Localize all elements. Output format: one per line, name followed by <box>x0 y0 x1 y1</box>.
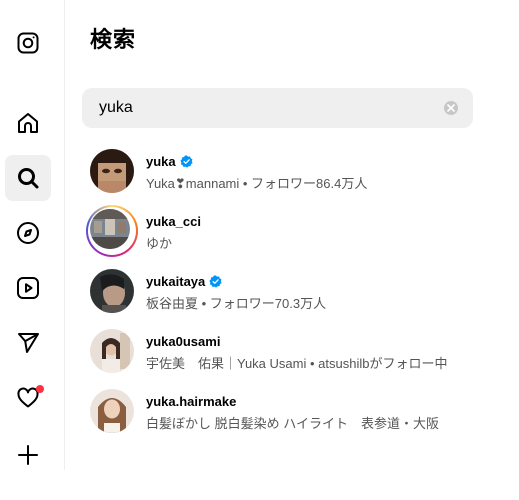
search-result-item[interactable]: yukaitaya 板谷由夏 • フォロワー70.3万人 <box>65 263 519 323</box>
page-title: 検索 <box>90 27 137 52</box>
verified-badge-icon <box>180 155 193 168</box>
home-icon <box>18 113 38 133</box>
send-icon <box>18 333 39 353</box>
instagram-logo-button[interactable] <box>5 20 51 66</box>
result-username: yuka_cci <box>146 214 201 229</box>
search-result-item[interactable]: yuka Yuka❣mannami • フォロワー86.4万人 <box>65 143 519 203</box>
avatar <box>90 209 130 249</box>
result-subtitle: ゆか <box>146 236 173 251</box>
avatar <box>90 269 134 313</box>
result-username: yuka <box>146 154 193 169</box>
sidebar-item-search[interactable] <box>5 155 51 201</box>
search-results-list: yuka Yuka❣mannami • フォロワー86.4万人 yuka_cci… <box>65 143 519 443</box>
sidebar-nav <box>0 0 65 470</box>
story-ring <box>86 205 138 257</box>
sidebar-item-create[interactable] <box>5 432 51 478</box>
result-subtitle: 宇佐美 佑果｜Yuka Usami • atsushilbがフォロー中 <box>146 356 448 371</box>
result-subtitle: Yuka❣mannami • フォロワー86.4万人 <box>146 176 368 191</box>
result-subtitle: 板谷由夏 • フォロワー70.3万人 <box>146 296 327 311</box>
instagram-icon <box>17 32 39 54</box>
sidebar-item-home[interactable] <box>5 100 51 146</box>
notification-badge <box>36 385 44 393</box>
plus-icon <box>18 445 38 465</box>
result-subtitle: 白髪ぼかし 脱白髪染め ハイライト 表参道・大阪 <box>146 416 439 431</box>
search-input[interactable] <box>97 98 437 118</box>
search-box <box>82 88 473 128</box>
search-result-item[interactable]: yuka_cci ゆか <box>65 203 519 263</box>
avatar <box>90 389 134 433</box>
result-username: yuka.hairmake <box>146 394 237 409</box>
sidebar-item-reels[interactable] <box>5 265 51 311</box>
avatar <box>90 329 134 373</box>
result-username: yukaitaya <box>146 274 222 289</box>
search-result-item[interactable]: yuka0usami 宇佐美 佑果｜Yuka Usami • atsushilb… <box>65 323 519 383</box>
clear-search-button[interactable] <box>444 101 458 115</box>
search-result-item[interactable]: yuka.hairmake 白髪ぼかし 脱白髪染め ハイライト 表参道・大阪 <box>65 383 519 443</box>
search-icon <box>18 168 39 189</box>
close-icon <box>447 104 455 112</box>
search-panel: 検索 yuka yuka Yuka❣mannami • フォロワー86.4万人 … <box>65 0 519 470</box>
result-username: yuka0usami <box>146 334 221 349</box>
verified-badge-icon <box>209 275 222 288</box>
compass-icon <box>17 222 39 244</box>
sidebar-item-messages[interactable] <box>5 320 51 366</box>
sidebar-item-explore[interactable] <box>5 210 51 256</box>
avatar <box>90 149 134 193</box>
sidebar-item-notifications[interactable] <box>5 375 51 421</box>
reels-icon <box>17 277 39 299</box>
